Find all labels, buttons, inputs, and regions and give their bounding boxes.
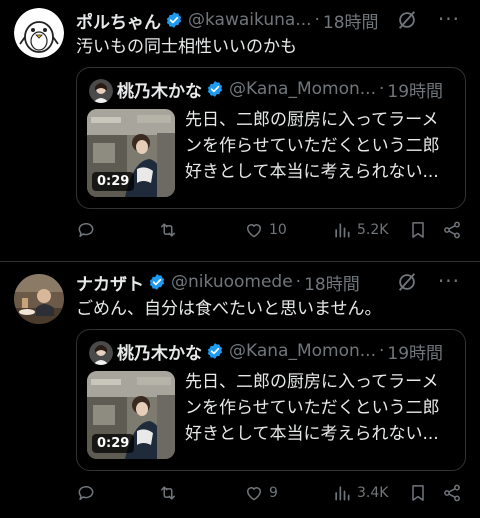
verified-badge-icon [165,11,183,29]
heart-icon [247,487,261,501]
views-chart-icon [335,223,350,238]
bookmark-icon [412,485,424,501]
like-count: 9 [269,485,278,501]
reply-icon [78,485,94,500]
like-button[interactable]: 10 [244,218,287,242]
views-button[interactable]: 3.4K [332,481,388,505]
tweet-header: ナカザト @nikuoomede · 18時間 ··· [76,270,470,295]
display-name[interactable]: ナカザト [76,270,144,295]
bookmark-icon [412,222,424,238]
share-icon [444,221,460,239]
quoted-handle[interactable]: @Kana_Momon... [229,341,376,361]
tweet-text: ごめん、自分は食べたいと思いません。 [76,299,382,319]
avatar[interactable] [14,8,64,58]
video-thumbnail[interactable]: 0:29 [87,371,175,459]
tweet-text: 汚いもの同士相性いいのかも [76,37,297,57]
like-button[interactable]: 9 [244,481,278,505]
user-handle[interactable]: @kawaikuna... [188,10,312,30]
quoted-avatar[interactable] [89,341,113,365]
verified-badge-icon [206,80,224,98]
share-button[interactable] [442,481,462,505]
quoted-text-line: 先日、二郎の厨房に入ってラーメ [185,110,439,130]
views-count: 3.4K [357,485,389,501]
quoted-header: 桃乃木かな @Kana_Momon... · 19時間 [117,77,457,102]
video-duration: 0:29 [92,172,135,191]
views-button[interactable]: 5.2K [332,218,388,242]
quoted-text-line: 好きとして本当に考えられない... [185,424,439,444]
quoted-tweet[interactable]: 桃乃木かな @Kana_Momon... · 19時間 0:29 先日、二郎の厨… [76,67,466,209]
bookmark-button[interactable] [408,481,428,505]
separator-dot: · [378,341,385,361]
quoted-text-line: ンを作らせていただくという二郎 [185,398,440,418]
quoted-handle[interactable]: @Kana_Momon... [229,79,376,99]
views-count: 5.2K [357,222,389,238]
share-button[interactable] [442,218,462,242]
quoted-timestamp[interactable]: 19時間 [387,77,443,102]
quoted-text: 先日、二郎の厨房に入ってラーメ ンを作らせていただくという二郎 好きとして本当に… [185,369,457,447]
action-bar: 10 5.2K [76,218,466,242]
tweet[interactable]: ポルちゃん @kawaikuna... · 18時間 ··· 汚いもの同士相性い… [0,0,480,262]
verified-badge-icon [148,273,166,291]
quoted-timestamp[interactable]: 19時間 [387,339,443,364]
quoted-display-name[interactable]: 桃乃木かな [117,339,202,364]
verified-badge-icon [206,342,224,360]
reply-icon [78,222,94,237]
retweet-icon [161,486,175,500]
quoted-text-line: 先日、二郎の厨房に入ってラーメ [185,372,439,392]
timestamp[interactable]: 18時間 [323,8,379,33]
views-chart-icon [335,486,350,501]
quoted-text-line: 好きとして本当に考えられない... [185,162,439,182]
grok-icon[interactable] [396,9,418,31]
separator-dot: · [295,272,302,292]
tweet-header: ポルちゃん @kawaikuna... · 18時間 ··· [76,8,470,33]
retweet-icon [161,223,175,237]
bookmark-button[interactable] [408,218,428,242]
more-options-icon[interactable]: ··· [438,8,460,30]
video-thumbnail[interactable]: 0:29 [87,109,175,197]
quoted-header: 桃乃木かな @Kana_Momon... · 19時間 [117,339,457,364]
like-count: 10 [269,222,287,238]
reply-button[interactable] [76,481,96,505]
action-bar: 9 3.4K [76,481,466,505]
heart-icon [247,224,261,238]
quoted-tweet[interactable]: 桃乃木かな @Kana_Momon... · 19時間 0:29 先日、二郎の厨… [76,329,466,471]
tweet[interactable]: ナカザト @nikuoomede · 18時間 ··· ごめん、自分は食べたいと… [0,262,480,518]
separator-dot: · [314,10,320,30]
video-duration: 0:29 [92,434,135,453]
avatar[interactable] [14,274,64,324]
share-icon [444,484,460,502]
display-name[interactable]: ポルちゃん [76,8,161,33]
user-handle[interactable]: @nikuoomede [171,272,293,292]
quoted-display-name[interactable]: 桃乃木かな [117,77,202,102]
reply-button[interactable] [76,218,96,242]
quoted-text: 先日、二郎の厨房に入ってラーメ ンを作らせていただくという二郎 好きとして本当に… [185,107,457,185]
quoted-avatar[interactable] [89,79,113,103]
retweet-button[interactable] [158,218,178,242]
quoted-text-line: ンを作らせていただくという二郎 [185,136,440,156]
separator-dot: · [378,79,385,99]
retweet-button[interactable] [158,481,178,505]
grok-icon[interactable] [396,271,418,293]
more-options-icon[interactable]: ··· [438,270,460,292]
timestamp[interactable]: 18時間 [304,270,360,295]
